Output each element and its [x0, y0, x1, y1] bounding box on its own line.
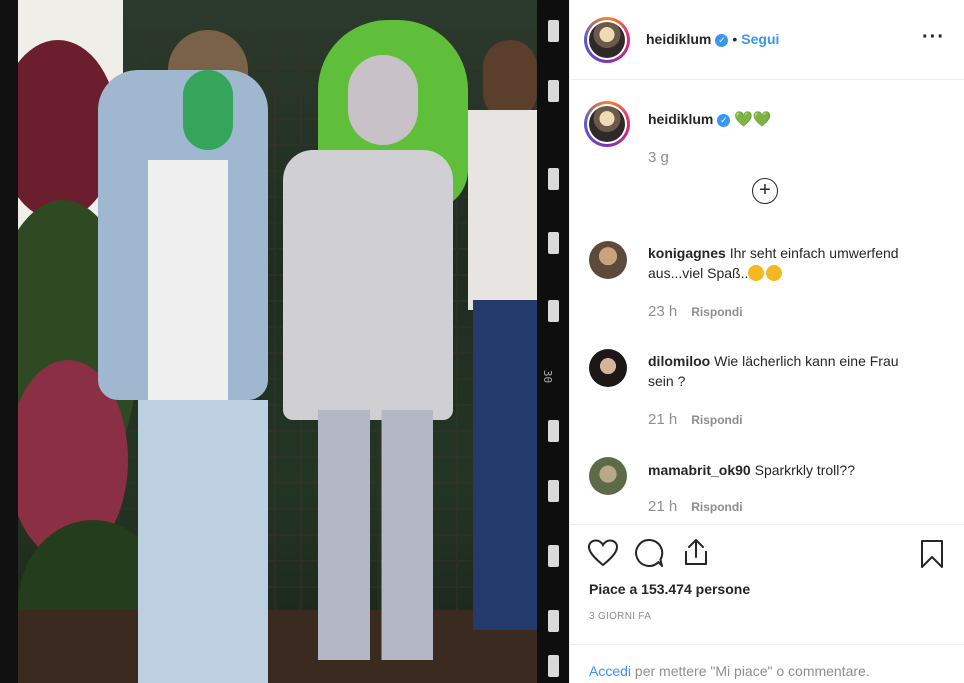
save-bookmark-icon[interactable] [920, 539, 944, 569]
login-bar: Accedi per mettere "Mi piace" o commenta… [570, 644, 964, 683]
green-heart-emoji: 💚💚 [734, 111, 772, 128]
post-photo[interactable]: 30 [0, 0, 569, 683]
post-side-panel: heidiklum ✓ • Segui ··· heidiklum ✓ 💚💚 3 g +… [569, 0, 964, 683]
caption-time: 3 g [648, 149, 669, 166]
post-actions: Piace a 153.474 persone 3 GIORNI FA [570, 524, 964, 644]
kiss-emoji [748, 265, 765, 281]
reply-button[interactable]: Rispondi [691, 500, 742, 514]
caption: heidiklum ✓ 💚💚 [648, 109, 928, 130]
film-perforation [548, 480, 559, 502]
photo-scene [18, 0, 537, 683]
verified-badge-icon: ✓ [715, 33, 729, 47]
film-frame-number: 30 [541, 369, 555, 384]
comment-text: Sparkrkly troll?? [754, 462, 855, 478]
comment-username[interactable]: konigagnes [648, 245, 726, 261]
film-perforation [548, 655, 559, 677]
comment: dilomiloo Wie lächerlich kann eine Frau … [648, 351, 928, 391]
comment-time: 21 h [648, 411, 678, 428]
comment-meta: 23 h Rispondi [648, 303, 743, 320]
comment: konigagnes Ihr seht einfach umwerfend au… [648, 243, 928, 283]
film-perforation [548, 300, 559, 322]
film-strip-right: 30 [537, 0, 569, 683]
ground [18, 610, 537, 683]
person-left-jeans [138, 400, 268, 683]
film-perforation [548, 545, 559, 567]
film-perforation [548, 20, 559, 42]
post-header: heidiklum ✓ • Segui ··· [570, 0, 964, 80]
person-center-glitter-face [348, 55, 418, 145]
film-perforation [548, 168, 559, 190]
person-background-head [483, 40, 537, 120]
login-prompt: Accedi per mettere "Mi piace" o commenta… [589, 663, 870, 679]
comment-time: 23 h [648, 303, 678, 320]
comment-time: 21 h [648, 498, 678, 515]
caption-avatar-image [589, 106, 625, 142]
verified-badge-icon: ✓ [717, 113, 731, 127]
person-background-jeans [473, 300, 537, 630]
login-link[interactable]: Accedi [589, 663, 631, 679]
commenter-avatar[interactable] [589, 457, 627, 495]
login-prompt-text: per mettere "Mi piace" o commentare. [631, 663, 870, 679]
comment-meta: 21 h Rispondi [648, 498, 743, 515]
header-author-row: heidiklum ✓ • Segui [646, 31, 779, 47]
film-strip-left [0, 0, 18, 683]
comments-list: heidiklum ✓ 💚💚 3 g + konigagnes Ihr seht … [570, 81, 964, 524]
film-perforation [548, 80, 559, 102]
comment-username[interactable]: dilomiloo [648, 353, 710, 369]
separator-dot: • [732, 31, 738, 47]
film-perforation [548, 610, 559, 632]
follow-button[interactable]: Segui [741, 31, 779, 47]
more-options-icon[interactable]: ··· [922, 26, 945, 49]
caption-author-avatar[interactable] [584, 101, 630, 147]
load-more-comments-button[interactable]: + [752, 178, 778, 204]
commenter-avatar[interactable] [589, 241, 627, 279]
author-avatar[interactable] [584, 17, 630, 63]
like-heart-icon[interactable] [588, 539, 618, 567]
commenter-avatar[interactable] [589, 349, 627, 387]
post-date: 3 GIORNI FA [589, 611, 652, 622]
share-icon[interactable] [682, 537, 710, 567]
reply-button[interactable]: Rispondi [691, 413, 742, 427]
author-avatar-image [589, 22, 625, 58]
comment-bubble-icon[interactable] [634, 538, 664, 568]
reply-button[interactable]: Rispondi [691, 305, 742, 319]
clap-emoji [766, 265, 783, 281]
person-center-glitter-legs [318, 410, 433, 660]
comment-meta: 21 h Rispondi [648, 411, 743, 428]
person-center-sequin-dress [283, 150, 453, 420]
film-perforation [548, 232, 559, 254]
person-background-shirt [468, 110, 537, 310]
person-left-green-face [183, 70, 233, 150]
likes-count[interactable]: Piace a 153.474 persone [589, 581, 750, 597]
person-left-shirt [148, 160, 228, 400]
comment-username[interactable]: mamabrit_ok90 [648, 462, 751, 478]
comment: mamabrit_ok90 Sparkrkly troll?? [648, 460, 928, 480]
caption-username[interactable]: heidiklum [648, 111, 713, 127]
author-username[interactable]: heidiklum [646, 31, 711, 47]
film-perforation [548, 420, 559, 442]
